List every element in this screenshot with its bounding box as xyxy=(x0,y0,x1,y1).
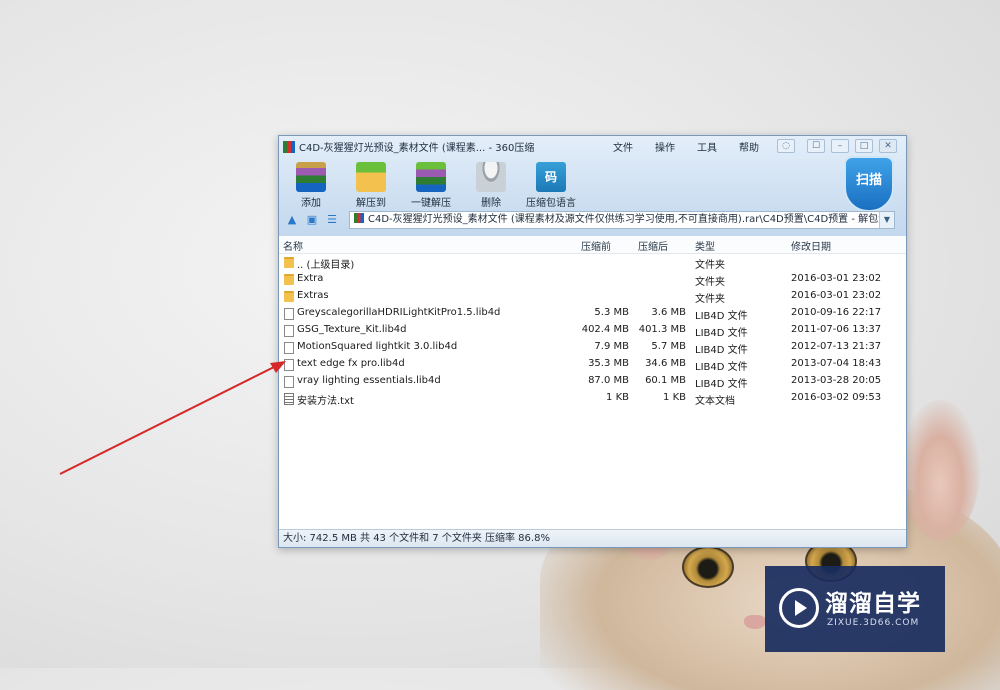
watermark-title: 溜溜自学 xyxy=(825,591,921,617)
arrow-line xyxy=(59,365,277,475)
play-logo-icon xyxy=(779,588,819,628)
watermark-subtitle: ZIXUE.3D66.COM xyxy=(827,618,920,628)
watermark: 溜溜自学 ZIXUE.3D66.COM xyxy=(765,566,945,652)
